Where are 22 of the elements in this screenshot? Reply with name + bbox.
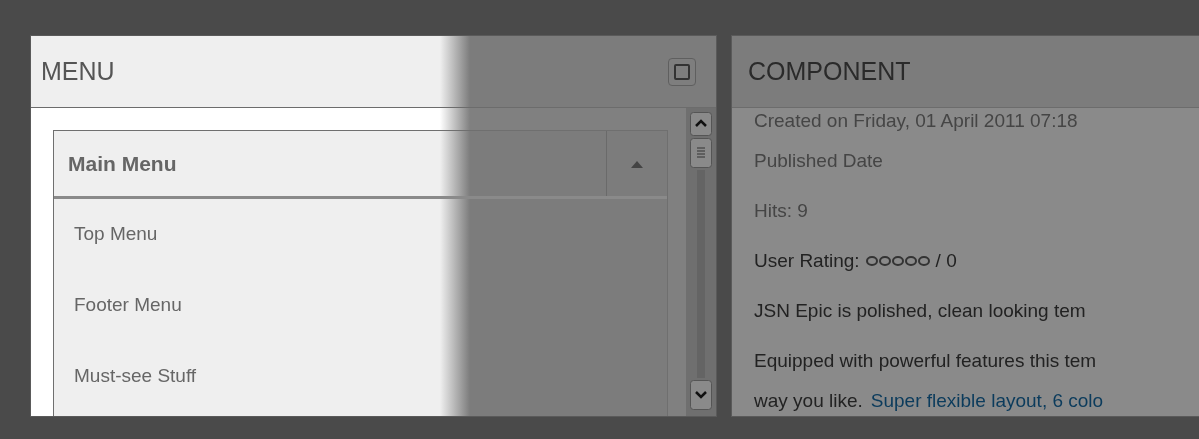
menu-item[interactable]: Footer Menu bbox=[54, 268, 667, 339]
module-title: Main Menu bbox=[67, 150, 178, 177]
scrollbar[interactable] bbox=[686, 108, 716, 416]
paragraph: Equipped with powerful features this tem bbox=[754, 349, 1098, 373]
published-date: Published Date bbox=[754, 149, 884, 173]
menu-item[interactable]: Must-see Stuff bbox=[54, 339, 667, 410]
panel-title: COMPONENT bbox=[747, 56, 911, 86]
hits-count: Hits: 9 bbox=[754, 199, 809, 223]
rating-label: User Rating: bbox=[754, 249, 860, 273]
scroll-up-icon bbox=[690, 112, 712, 136]
rating-count: / 0 bbox=[935, 249, 957, 273]
maximize-button[interactable] bbox=[668, 57, 696, 86]
created-date: Created on Friday, 01 April 2011 07:18 bbox=[754, 108, 1079, 133]
panel-title: MENU bbox=[41, 57, 115, 86]
paragraph: JSN Epic is polished, clean looking tem bbox=[754, 299, 1087, 323]
module-header[interactable]: Main Menu bbox=[54, 131, 667, 199]
scroll-thumb-icon bbox=[690, 138, 712, 168]
paragraph: way you like. bbox=[754, 389, 863, 413]
caret-icon bbox=[631, 159, 643, 168]
feature-link[interactable]: Super flexible layout, 6 colo bbox=[870, 386, 1104, 416]
scroll-down-icon bbox=[690, 380, 712, 410]
menu-item[interactable]: Top Menu bbox=[54, 199, 667, 268]
